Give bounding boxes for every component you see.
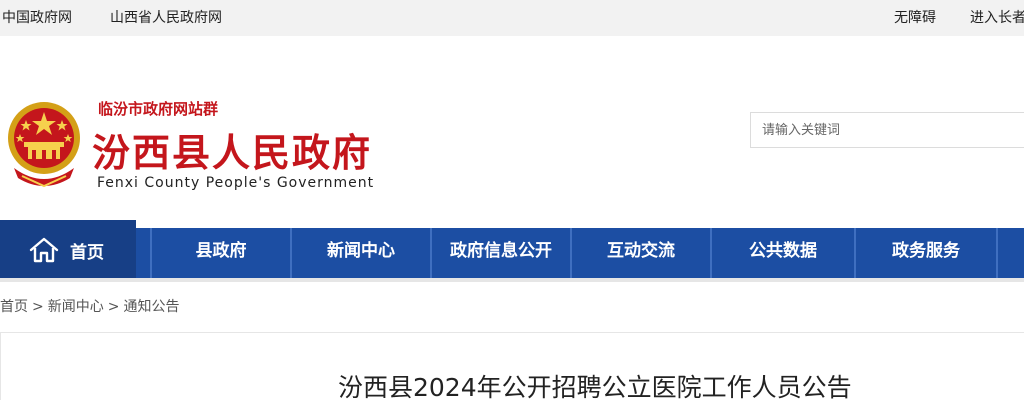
nav-item-news-center[interactable]: 新闻中心 xyxy=(292,228,430,278)
breadcrumb: 首页 > 新闻中心 > 通知公告 xyxy=(0,296,179,316)
article-title: 汾西县2024年公开招聘公立医院工作人员公告 xyxy=(338,373,852,400)
breadcrumb-notices[interactable]: 通知公告 xyxy=(123,296,179,316)
main-navigation: 县政府 新闻中心 政府信息公开 互动交流 公共数据 政务服务 xyxy=(0,228,1024,278)
search-input[interactable] xyxy=(750,112,1024,148)
nav-bottom-shadow xyxy=(0,278,1024,282)
nav-item-county-government[interactable]: 县政府 xyxy=(152,228,290,278)
nav-item-interaction[interactable]: 互动交流 xyxy=(572,228,710,278)
breadcrumb-news-center[interactable]: 新闻中心 xyxy=(48,296,104,316)
nav-item-public-data[interactable]: 公共数据 xyxy=(712,228,854,278)
site-title[interactable]: 汾西县人民政府 xyxy=(92,122,372,177)
breadcrumb-separator: > xyxy=(32,299,44,315)
nav-home-label: 首页 xyxy=(70,243,104,263)
site-group-label: 临汾市政府网站群 xyxy=(98,100,219,118)
link-accessibility[interactable]: 无障碍 xyxy=(894,7,936,27)
link-elder-mode[interactable]: 进入长者 xyxy=(970,7,1024,27)
national-emblem-icon xyxy=(8,102,80,188)
nav-item-home[interactable]: 首页 xyxy=(0,220,136,280)
nav-item-gov-services[interactable]: 政务服务 xyxy=(856,228,996,278)
top-utility-bar: 中国政府网 山西省人民政府网 无障碍 进入长者 xyxy=(0,0,1024,36)
nav-separator xyxy=(996,228,998,278)
site-title-english: Fenxi County People's Government xyxy=(97,175,375,191)
home-icon xyxy=(29,237,59,263)
breadcrumb-home[interactable]: 首页 xyxy=(0,296,28,316)
nav-item-gov-info-disclosure[interactable]: 政府信息公开 xyxy=(432,228,570,278)
link-china-gov[interactable]: 中国政府网 xyxy=(2,7,72,27)
breadcrumb-separator: > xyxy=(107,299,120,315)
link-shanxi-gov[interactable]: 山西省人民政府网 xyxy=(110,7,222,27)
